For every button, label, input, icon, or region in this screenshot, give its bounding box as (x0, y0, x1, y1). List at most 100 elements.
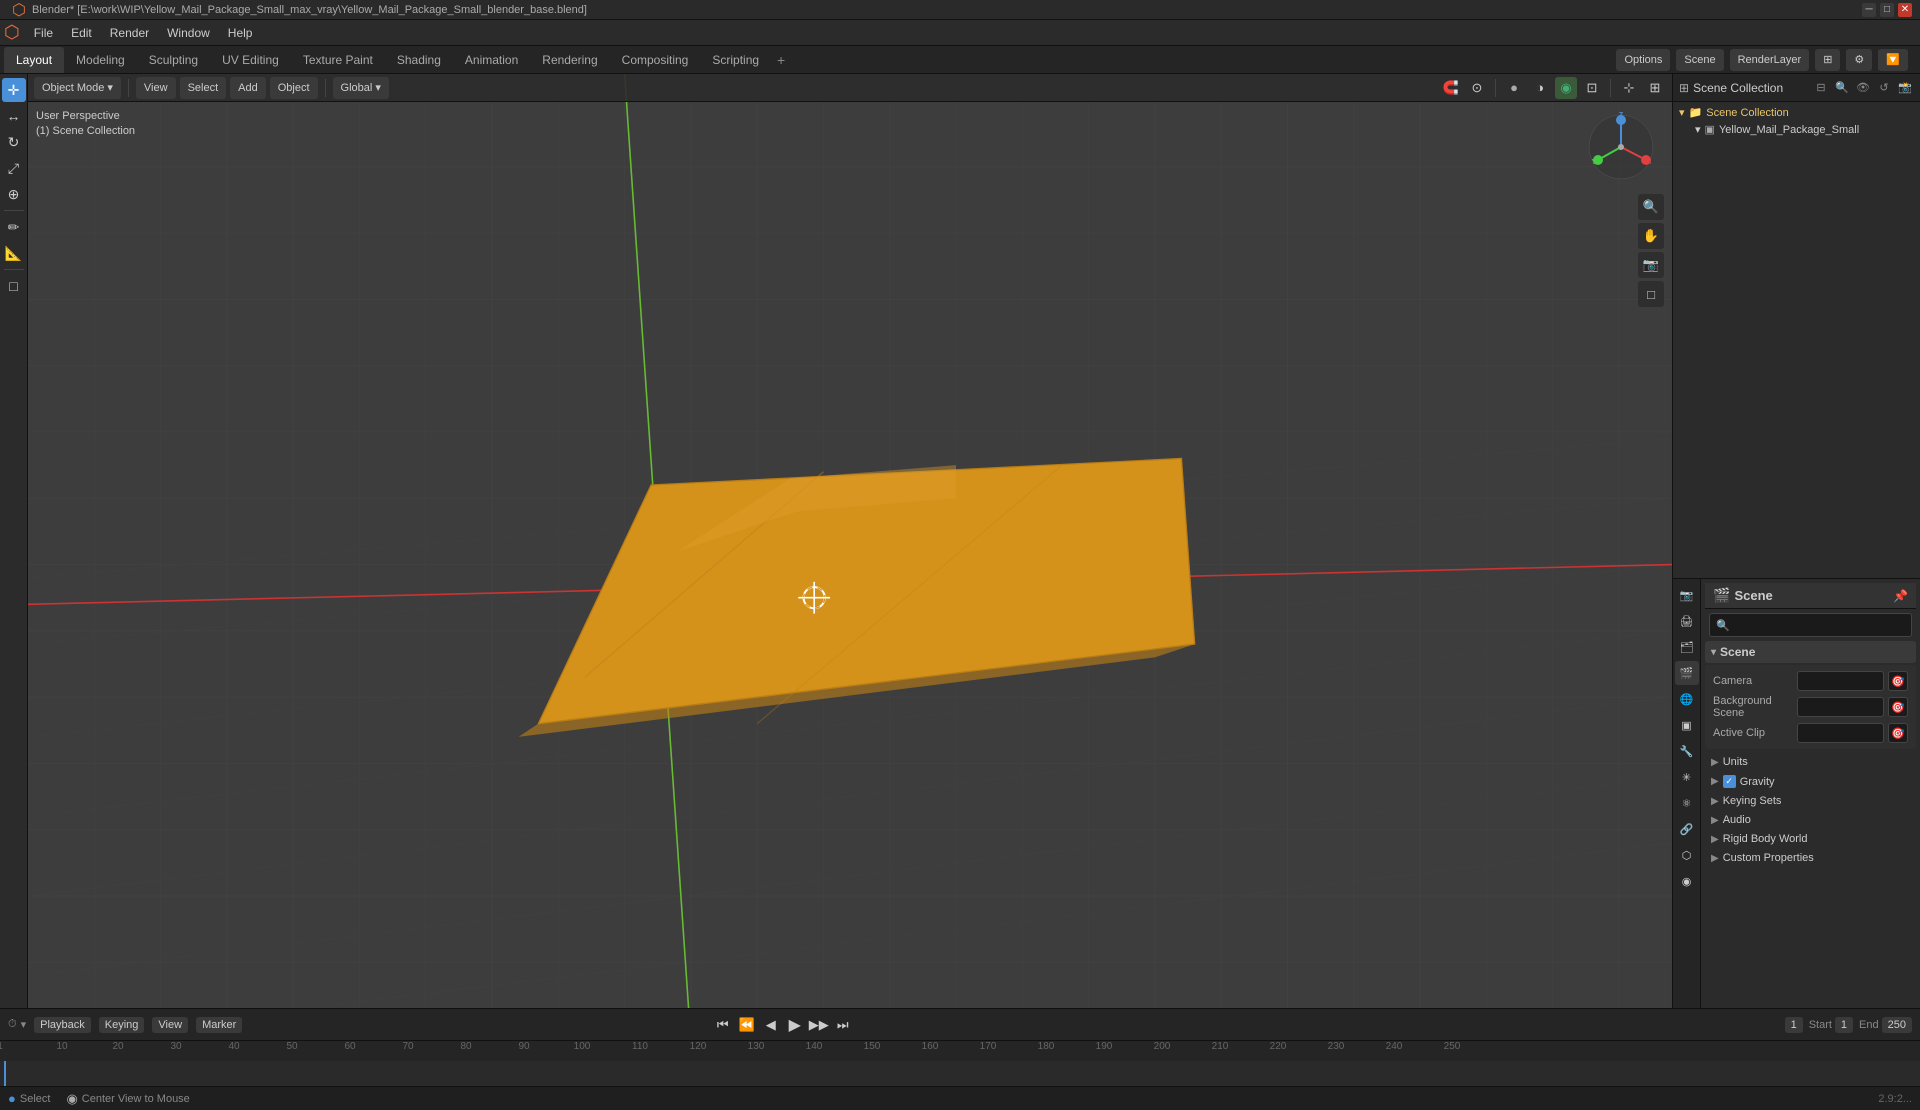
data-props-icon[interactable]: ⬡ (1675, 843, 1699, 867)
scene-collection-item[interactable]: ▾ 📁 Scene Collection (1675, 104, 1918, 121)
rotate-tool-btn[interactable]: ↻ (2, 130, 26, 154)
tab-shading[interactable]: Shading (385, 47, 453, 73)
particles-props-icon[interactable]: ✳ (1675, 765, 1699, 789)
viewport-overlay-btn[interactable]: ⊞ (1644, 77, 1666, 99)
camera-field[interactable] (1797, 671, 1884, 691)
scene-selector[interactable]: Scene (1676, 49, 1723, 71)
xray-toggle-btn[interactable]: ⊡ (1581, 77, 1603, 99)
global-dropdown[interactable]: Global ▾ (333, 77, 389, 99)
material-preview-btn[interactable]: ◑ (1529, 77, 1551, 99)
current-frame-field[interactable]: 1 (1785, 1017, 1803, 1033)
tab-texture-paint[interactable]: Texture Paint (291, 47, 385, 73)
snap-icon[interactable]: 🧲 (1440, 77, 1462, 99)
move-tool-btn[interactable]: ↔ (2, 104, 26, 128)
active-clip-pick-btn[interactable]: 🎯 (1888, 723, 1908, 743)
background-scene-pick-btn[interactable]: 🎯 (1888, 697, 1908, 717)
window-controls[interactable]: ─ □ ✕ (1862, 3, 1912, 17)
rendered-preview-btn[interactable]: ◉ (1555, 77, 1577, 99)
pin-icon[interactable]: 📌 (1893, 589, 1908, 603)
active-clip-field[interactable] (1797, 723, 1884, 743)
tab-animation[interactable]: Animation (453, 47, 530, 73)
minimize-btn[interactable]: ─ (1862, 3, 1876, 17)
menu-file[interactable]: File (26, 22, 61, 44)
gravity-section[interactable]: ▶ ✓ Gravity (1705, 772, 1916, 791)
viewport-filter[interactable]: ⊞ (1815, 49, 1840, 71)
units-section[interactable]: ▶ Units (1705, 753, 1916, 771)
cursor-tool-btn[interactable]: ✛ (2, 78, 26, 102)
mail-package-item[interactable]: ▾ ▣ Yellow_Mail_Package_Small (1675, 121, 1918, 138)
viewport-3d[interactable]: Object Mode ▾ View Select Add Object Glo… (28, 74, 1672, 1008)
outliner-search-btn[interactable]: 🔍 (1833, 79, 1851, 97)
tab-rendering[interactable]: Rendering (530, 47, 609, 73)
navigation-gizmo[interactable]: Z X Y (1586, 112, 1656, 182)
start-frame-field[interactable]: 1 (1835, 1017, 1853, 1033)
constraints-props-icon[interactable]: 🔗 (1675, 817, 1699, 841)
material-props-icon[interactable]: ◉ (1675, 869, 1699, 893)
viewport-gizmo-btn[interactable]: ⊹ (1618, 77, 1640, 99)
view-layer-props-icon[interactable]: 🗂 (1675, 635, 1699, 659)
menu-render[interactable]: Render (102, 22, 157, 44)
tab-scripting[interactable]: Scripting (700, 47, 771, 73)
playhead[interactable] (4, 1061, 6, 1086)
select-menu[interactable]: Select (180, 77, 227, 99)
viewport-settings[interactable]: ⚙ (1846, 49, 1872, 71)
tab-modeling[interactable]: Modeling (64, 47, 137, 73)
add-workspace-btn[interactable]: + (771, 48, 791, 72)
menu-edit[interactable]: Edit (63, 22, 100, 44)
jump-start-btn[interactable]: ⏮ (712, 1014, 734, 1036)
proportional-edit-icon[interactable]: ⊙ (1466, 77, 1488, 99)
menu-window[interactable]: Window (159, 22, 218, 44)
outliner-select-btn[interactable]: ↺ (1875, 79, 1893, 97)
outliner-filter-btn[interactable]: ⊟ (1812, 79, 1830, 97)
playback-menu[interactable]: Playback (34, 1017, 91, 1033)
scale-tool-btn[interactable]: ⤢ (2, 156, 26, 180)
physics-props-icon[interactable]: ⚛ (1675, 791, 1699, 815)
hand-tool-btn[interactable]: ✋ (1638, 223, 1664, 249)
add-menu[interactable]: Add (230, 77, 266, 99)
solid-shading-btn[interactable]: ● (1503, 77, 1525, 99)
add-cube-btn[interactable]: □ (2, 274, 26, 298)
custom-properties-section[interactable]: ▶ Custom Properties (1705, 849, 1916, 867)
ortho-view-btn[interactable]: □ (1638, 281, 1664, 307)
object-props-icon[interactable]: ▣ (1675, 713, 1699, 737)
render-props-icon[interactable]: 📷 (1675, 583, 1699, 607)
marker-menu[interactable]: Marker (196, 1017, 242, 1033)
audio-section[interactable]: ▶ Audio (1705, 811, 1916, 829)
keying-sets-section[interactable]: ▶ Keying Sets (1705, 792, 1916, 810)
object-menu[interactable]: Object (270, 77, 318, 99)
transform-tool-btn[interactable]: ⊕ (2, 182, 26, 206)
outliner-render-btn[interactable]: 📸 (1896, 79, 1914, 97)
play-forward-btn[interactable]: ▶▶ (808, 1014, 830, 1036)
close-btn[interactable]: ✕ (1898, 3, 1912, 17)
maximize-btn[interactable]: □ (1880, 3, 1894, 17)
jump-back-btn[interactable]: ⏪ (736, 1014, 758, 1036)
camera-pick-btn[interactable]: 🎯 (1888, 671, 1908, 691)
end-frame-field[interactable]: 250 (1882, 1017, 1912, 1033)
world-props-icon[interactable]: 🌐 (1675, 687, 1699, 711)
outliner-visibility-btn[interactable]: 👁 (1854, 79, 1872, 97)
view-menu-tl[interactable]: View (152, 1017, 188, 1033)
tab-compositing[interactable]: Compositing (610, 47, 701, 73)
scene-section-header[interactable]: ▾ Scene (1705, 641, 1916, 663)
scene-props-icon[interactable]: 🎬 (1675, 661, 1699, 685)
keying-menu[interactable]: Keying (99, 1017, 145, 1033)
options-btn[interactable]: Options (1616, 49, 1670, 71)
menu-help[interactable]: Help (220, 22, 261, 44)
tab-sculpting[interactable]: Sculpting (137, 47, 210, 73)
view-menu[interactable]: View (136, 77, 176, 99)
zoom-in-btn[interactable]: 🔍 (1638, 194, 1664, 220)
gravity-checkbox[interactable]: ✓ (1723, 775, 1736, 788)
play-back-btn[interactable]: ◀ (760, 1014, 782, 1036)
play-btn[interactable]: ▶ (784, 1014, 806, 1036)
camera-view-btn[interactable]: 📷 (1638, 252, 1664, 278)
output-props-icon[interactable]: 🖨 (1675, 609, 1699, 633)
outliner-filter[interactable]: 🔽 (1878, 49, 1908, 71)
measure-tool-btn[interactable]: 📐 (2, 241, 26, 265)
timeline-ruler[interactable]: 1 10 20 30 40 50 60 70 80 90 100 110 120… (0, 1040, 1920, 1086)
props-search[interactable]: 🔍 (1709, 613, 1912, 637)
annotate-tool-btn[interactable]: ✏ (2, 215, 26, 239)
background-scene-field[interactable] (1797, 697, 1884, 717)
tab-layout[interactable]: Layout (4, 47, 64, 73)
jump-end-btn[interactable]: ⏭ (832, 1014, 854, 1036)
render-layer-selector[interactable]: RenderLayer (1730, 49, 1810, 71)
